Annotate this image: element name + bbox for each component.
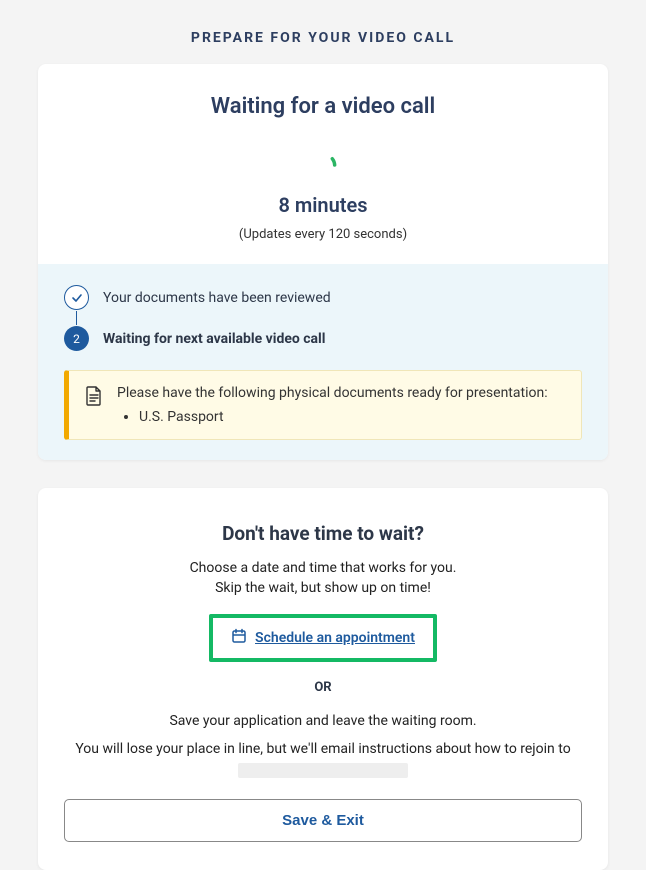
save-exit-button[interactable]: Save & Exit	[64, 799, 582, 842]
waiting-card-top: Waiting for a video call 8 minutes (Upda…	[38, 64, 608, 264]
step-current: 2 Waiting for next available video call	[64, 323, 582, 354]
steps-list: Your documents have been reviewed 2 Wait…	[64, 282, 582, 354]
update-note: (Updates every 120 seconds)	[58, 227, 588, 242]
or-label: OR	[64, 680, 582, 695]
step-label: Waiting for next available video call	[103, 331, 325, 347]
steps-area: Your documents have been reviewed 2 Wait…	[38, 264, 608, 460]
wait-time: 8 minutes	[58, 193, 588, 217]
step-done: Your documents have been reviewed	[64, 282, 582, 313]
alert-message: Please have the following physical docum…	[117, 385, 565, 401]
alert-item: U.S. Passport	[139, 409, 565, 425]
schedule-label: Schedule an appointment	[255, 630, 415, 646]
schedule-appointment-link[interactable]: Schedule an appointment	[231, 628, 415, 648]
step-label: Your documents have been reviewed	[103, 290, 331, 306]
waiting-title: Waiting for a video call	[58, 94, 588, 119]
alt-title: Don't have time to wait?	[64, 522, 582, 545]
documents-alert: Please have the following physical docum…	[64, 370, 582, 440]
calendar-icon	[231, 628, 247, 648]
check-icon	[64, 285, 89, 310]
document-icon	[85, 385, 103, 425]
step-connector	[76, 311, 77, 325]
page-title: PREPARE FOR YOUR VIDEO CALL	[38, 0, 608, 64]
waiting-card: Waiting for a video call 8 minutes (Upda…	[38, 64, 608, 460]
lose-note: You will lose your place in line, but we…	[64, 739, 582, 781]
email-redacted	[238, 763, 408, 778]
alert-body: Please have the following physical docum…	[117, 385, 565, 425]
alt-sub-2: Skip the wait, but show up on time!	[64, 579, 582, 599]
alt-sub-1: Choose a date and time that works for yo…	[64, 559, 582, 579]
schedule-highlight: Schedule an appointment	[209, 614, 437, 662]
spinner-icon	[305, 147, 341, 183]
save-note: Save your application and leave the wait…	[64, 713, 582, 729]
step-number-icon: 2	[64, 326, 89, 351]
alternative-card: Don't have time to wait? Choose a date a…	[38, 488, 608, 870]
lose-note-text: You will lose your place in line, but we…	[75, 741, 570, 757]
